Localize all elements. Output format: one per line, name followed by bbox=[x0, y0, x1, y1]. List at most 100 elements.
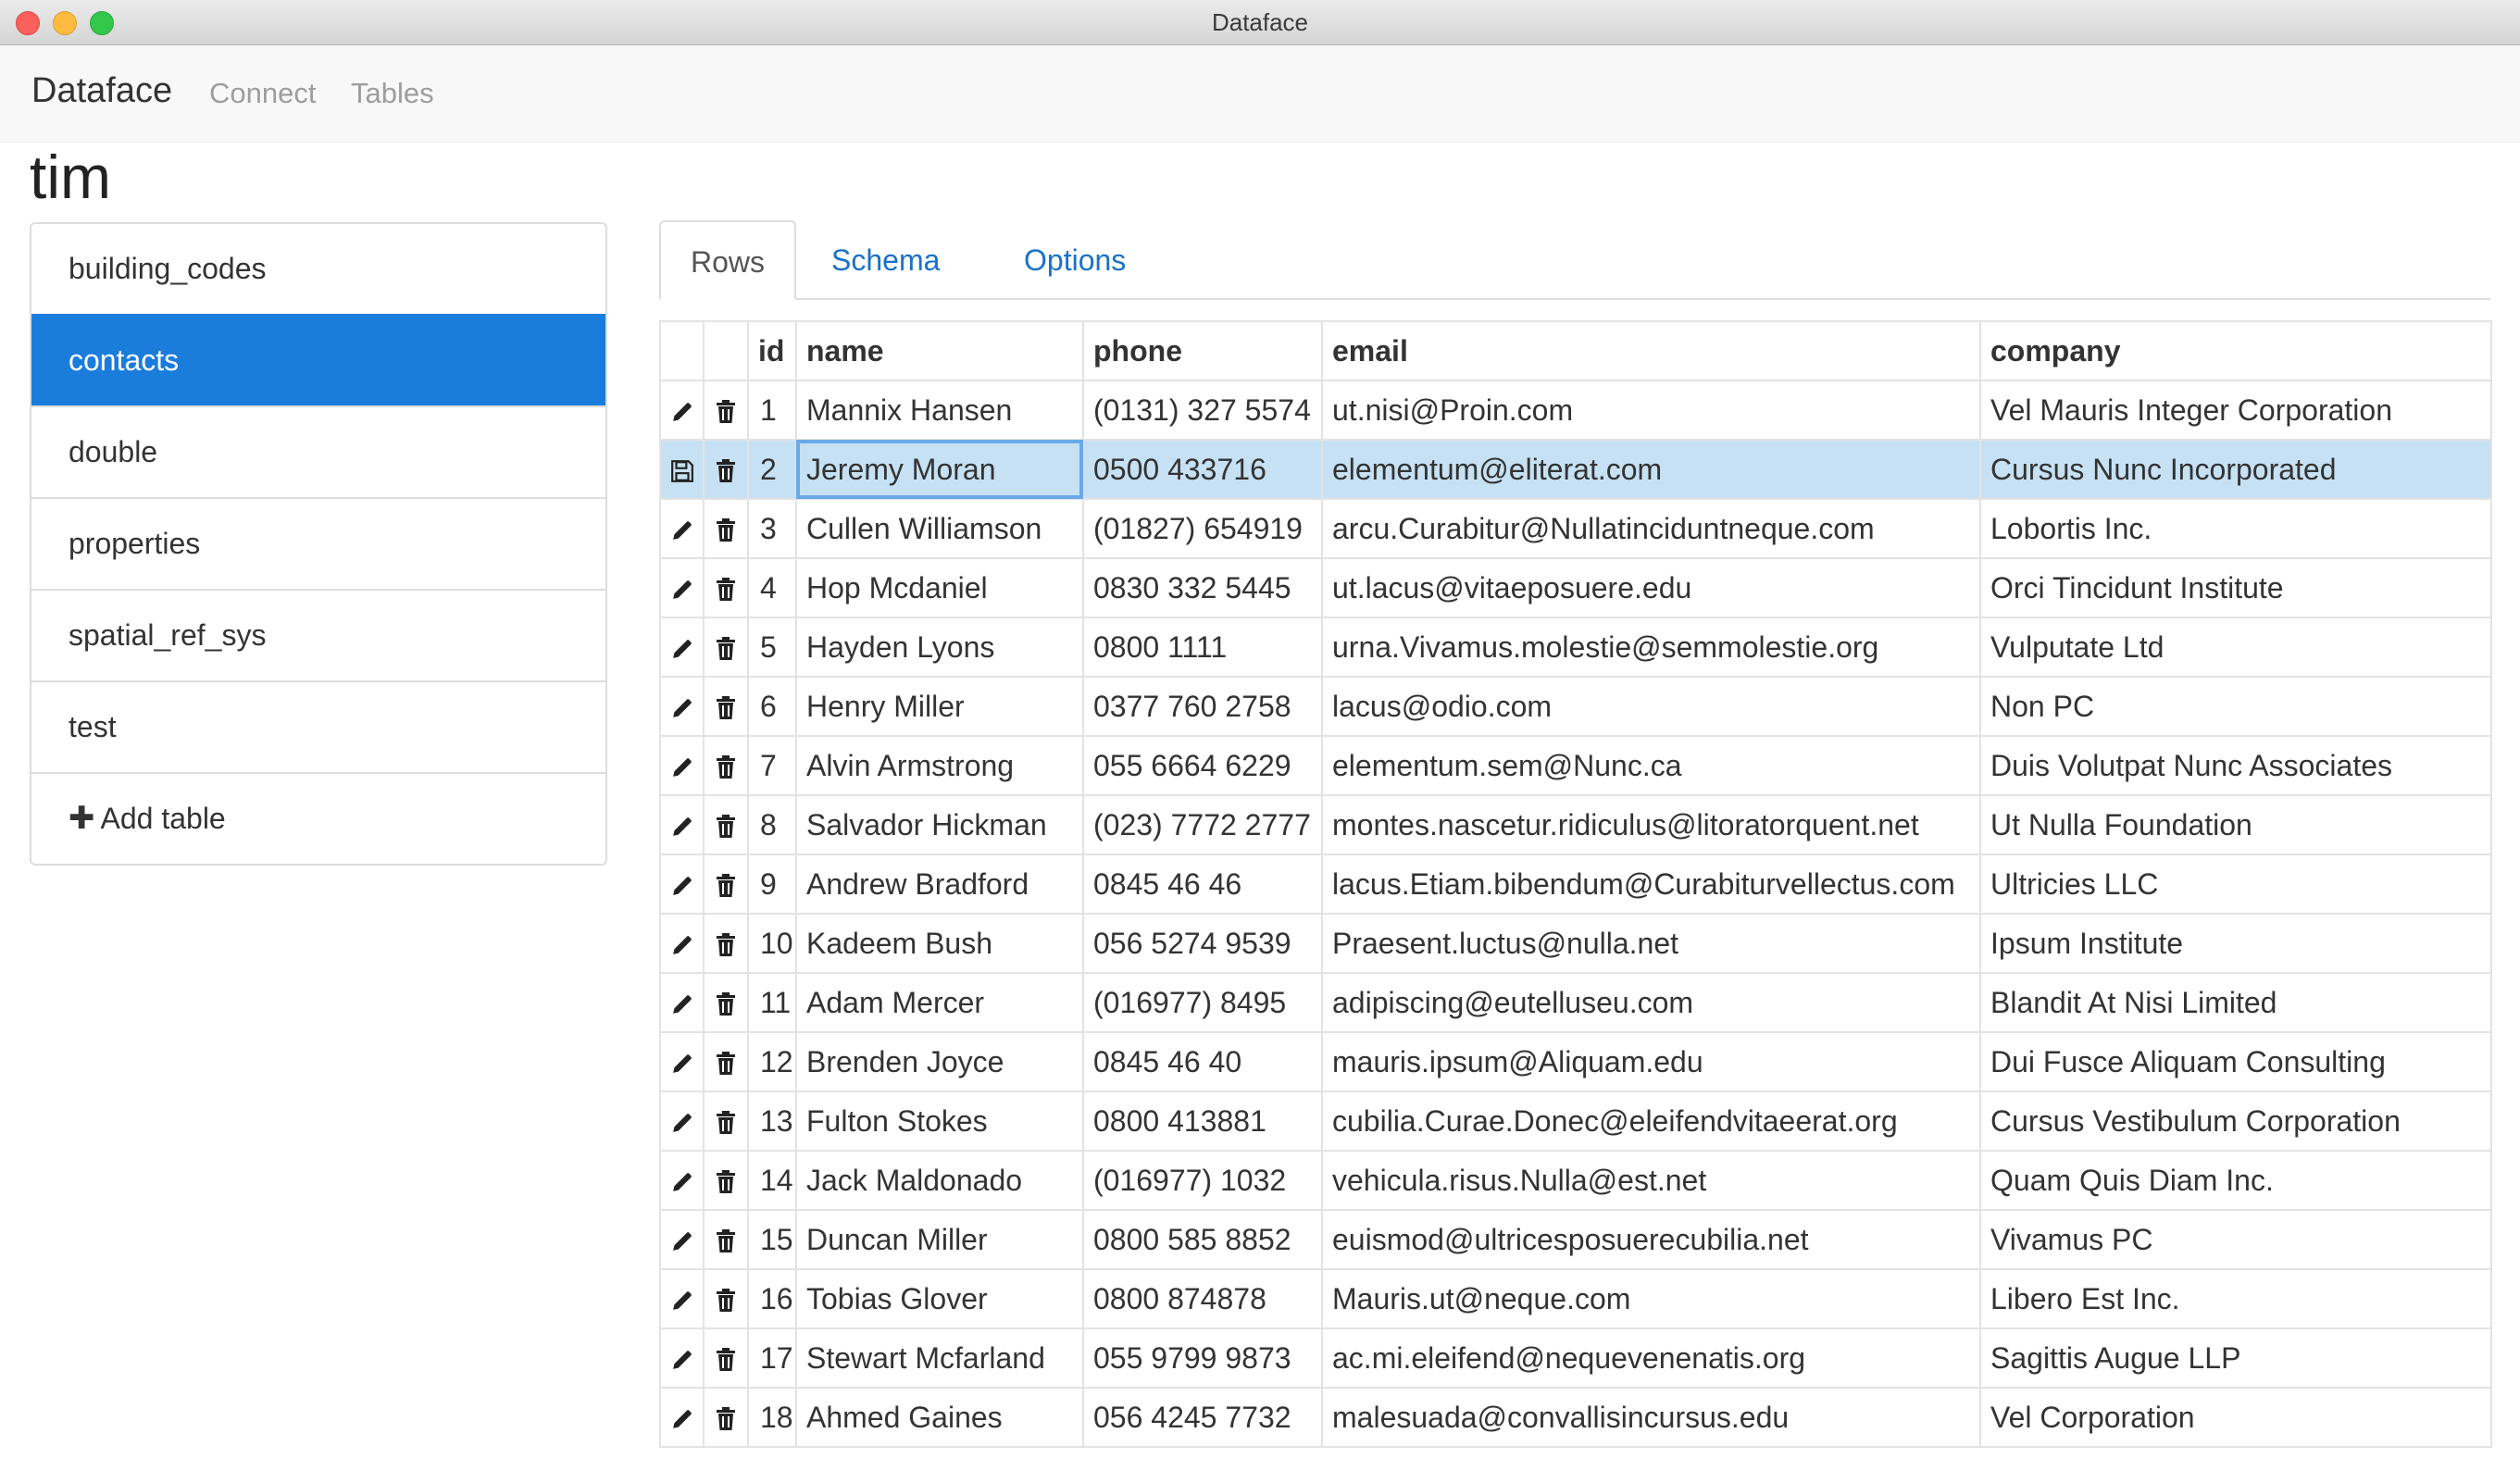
edit-row-button[interactable] bbox=[659, 794, 705, 855]
cell-phone[interactable]: 056 4245 7732 bbox=[1082, 1387, 1323, 1448]
cell-email[interactable]: ut.lacus@vitaeposuere.edu bbox=[1321, 557, 1981, 618]
cell-email[interactable]: cubilia.Curae.Donec@eleifendvitaeerat.or… bbox=[1321, 1090, 1981, 1152]
cell-phone[interactable]: 0500 433716 bbox=[1082, 439, 1323, 500]
header-email[interactable]: email bbox=[1321, 320, 1981, 381]
table-row[interactable]: 3 Cullen Williamson (01827) 654919 arcu.Cur… bbox=[659, 498, 2492, 559]
cell-company[interactable]: Non PC bbox=[1979, 676, 2492, 737]
cell-email[interactable]: ut.nisi@Proin.com bbox=[1321, 380, 1981, 441]
cell-phone[interactable]: 0377 760 2758 bbox=[1082, 676, 1323, 737]
cell-email[interactable]: elementum@eliterat.com bbox=[1321, 439, 1981, 500]
table-row[interactable]: 2 Jeremy Moran 0500 433716 elementum@eliter… bbox=[659, 439, 2492, 500]
tab-schema[interactable]: Schema bbox=[802, 220, 969, 298]
cell-name[interactable]: Fulton Stokes bbox=[795, 1090, 1084, 1152]
header-company[interactable]: company bbox=[1979, 320, 2492, 381]
edit-row-button[interactable] bbox=[659, 498, 705, 559]
table-row[interactable]: 7 Alvin Armstrong 055 6664 6229 elementum.s… bbox=[659, 735, 2492, 796]
delete-row-button[interactable] bbox=[703, 913, 749, 974]
sidebar-item-properties[interactable]: properties bbox=[31, 497, 605, 589]
cell-phone[interactable]: 0830 332 5445 bbox=[1082, 557, 1323, 618]
delete-row-button[interactable] bbox=[703, 1268, 749, 1329]
add-table-button[interactable]: ✚ Add table bbox=[31, 772, 605, 864]
cell-name[interactable]: Alvin Armstrong bbox=[795, 735, 1084, 796]
cell-company[interactable]: Cursus Nunc Incorporated bbox=[1979, 439, 2492, 500]
delete-row-button[interactable] bbox=[703, 617, 749, 678]
table-row[interactable]: 1 Mannix Hansen (0131) 327 5574 ut.nisi@Pro… bbox=[659, 380, 2492, 441]
cell-phone[interactable]: 0800 585 8852 bbox=[1082, 1209, 1323, 1270]
cell-name[interactable]: Kadeem Bush bbox=[795, 913, 1084, 974]
delete-row-button[interactable] bbox=[703, 498, 749, 559]
cell-company[interactable]: Blandit At Nisi Limited bbox=[1979, 972, 2492, 1033]
cell-company[interactable]: Vel Corporation bbox=[1979, 1387, 2492, 1448]
cell-name[interactable]: Henry Miller bbox=[795, 676, 1084, 737]
cell-phone[interactable]: 0800 874878 bbox=[1082, 1268, 1323, 1329]
delete-row-button[interactable] bbox=[703, 735, 749, 796]
cell-company[interactable]: Vivamus PC bbox=[1979, 1209, 2492, 1270]
delete-row-button[interactable] bbox=[703, 439, 749, 500]
delete-row-button[interactable] bbox=[703, 1150, 749, 1211]
sidebar-item-test[interactable]: test bbox=[31, 680, 605, 772]
table-row[interactable]: 12 Brenden Joyce 0845 46 40 mauris.ipsum@Al… bbox=[659, 1031, 2492, 1092]
save-row-button[interactable] bbox=[659, 439, 705, 500]
sidebar-item-spatial-ref-sys[interactable]: spatial_ref_sys bbox=[31, 589, 605, 680]
cell-company[interactable]: Ultricies LLC bbox=[1979, 854, 2492, 915]
cell-email[interactable]: vehicula.risus.Nulla@est.net bbox=[1321, 1150, 1981, 1211]
edit-row-button[interactable] bbox=[659, 1387, 705, 1448]
cell-name[interactable]: Cullen Williamson bbox=[795, 498, 1084, 559]
cell-company[interactable]: Cursus Vestibulum Corporation bbox=[1979, 1090, 2492, 1152]
cell-company[interactable]: Ipsum Institute bbox=[1979, 913, 2492, 974]
cell-company[interactable]: Vulputate Ltd bbox=[1979, 617, 2492, 678]
cell-company[interactable]: Vel Mauris Integer Corporation bbox=[1979, 380, 2492, 441]
table-row[interactable]: 18 Ahmed Gaines 056 4245 7732 malesuada@con… bbox=[659, 1387, 2492, 1448]
cell-name[interactable]: Andrew Bradford bbox=[795, 854, 1084, 915]
table-row[interactable]: 14 Jack Maldonado (016977) 1032 vehicula.ri… bbox=[659, 1150, 2492, 1211]
cell-name[interactable]: Jack Maldonado bbox=[795, 1150, 1084, 1211]
cell-phone[interactable]: 055 9799 9873 bbox=[1082, 1327, 1323, 1389]
cell-email[interactable]: elementum.sem@Nunc.ca bbox=[1321, 735, 1981, 796]
cell-name[interactable]: Duncan Miller bbox=[795, 1209, 1084, 1270]
cell-phone[interactable]: 0800 413881 bbox=[1082, 1090, 1323, 1152]
edit-row-button[interactable] bbox=[659, 1327, 705, 1389]
delete-row-button[interactable] bbox=[703, 972, 749, 1033]
edit-row-button[interactable] bbox=[659, 380, 705, 441]
cell-company[interactable]: Lobortis Inc. bbox=[1979, 498, 2492, 559]
cell-name[interactable]: Stewart Mcfarland bbox=[795, 1327, 1084, 1389]
edit-row-button[interactable] bbox=[659, 854, 705, 915]
delete-row-button[interactable] bbox=[703, 1031, 749, 1092]
brand-link[interactable]: Dataface bbox=[31, 71, 172, 111]
delete-row-button[interactable] bbox=[703, 1387, 749, 1448]
cell-phone[interactable]: (0131) 327 5574 bbox=[1082, 380, 1323, 441]
cell-company[interactable]: Libero Est Inc. bbox=[1979, 1268, 2492, 1329]
nav-link-connect[interactable]: Connect bbox=[209, 77, 316, 110]
tab-options[interactable]: Options bbox=[994, 220, 1155, 298]
edit-row-button[interactable] bbox=[659, 1209, 705, 1270]
tab-rows[interactable]: Rows bbox=[659, 220, 797, 300]
cell-email[interactable]: adipiscing@eutelluseu.com bbox=[1321, 972, 1981, 1033]
edit-row-button[interactable] bbox=[659, 676, 705, 737]
cell-name[interactable]: Brenden Joyce bbox=[795, 1031, 1084, 1092]
cell-company[interactable]: Sagittis Augue LLP bbox=[1979, 1327, 2492, 1389]
cell-phone[interactable]: 0800 1111 bbox=[1082, 617, 1323, 678]
delete-row-button[interactable] bbox=[703, 1327, 749, 1389]
header-id[interactable]: id bbox=[747, 320, 797, 381]
cell-email[interactable]: mauris.ipsum@Aliquam.edu bbox=[1321, 1031, 1981, 1092]
cell-email[interactable]: malesuada@convallisincursus.edu bbox=[1321, 1387, 1981, 1448]
cell-email[interactable]: lacus@odio.com bbox=[1321, 676, 1981, 737]
cell-company[interactable]: Duis Volutpat Nunc Associates bbox=[1979, 735, 2492, 796]
edit-row-button[interactable] bbox=[659, 1150, 705, 1211]
delete-row-button[interactable] bbox=[703, 557, 749, 618]
cell-company[interactable]: Quam Quis Diam Inc. bbox=[1979, 1150, 2492, 1211]
cell-company[interactable]: Ut Nulla Foundation bbox=[1979, 794, 2492, 855]
cell-phone[interactable]: (023) 7772 2777 bbox=[1082, 794, 1323, 855]
cell-name[interactable]: Hop Mcdaniel bbox=[795, 557, 1084, 618]
table-row[interactable]: 8 Salvador Hickman (023) 7772 2777 montes.n… bbox=[659, 794, 2492, 855]
cell-email[interactable]: urna.Vivamus.molestie@semmolestie.org bbox=[1321, 617, 1981, 678]
delete-row-button[interactable] bbox=[703, 1209, 749, 1270]
nav-link-tables[interactable]: Tables bbox=[351, 77, 434, 110]
table-row[interactable]: 11 Adam Mercer (016977) 8495 adipiscing@eut… bbox=[659, 972, 2492, 1033]
delete-row-button[interactable] bbox=[703, 794, 749, 855]
edit-row-button[interactable] bbox=[659, 913, 705, 974]
delete-row-button[interactable] bbox=[703, 676, 749, 737]
cell-name[interactable]: Tobias Glover bbox=[795, 1268, 1084, 1329]
sidebar-item-building-codes[interactable]: building_codes bbox=[31, 224, 605, 314]
cell-email[interactable]: euismod@ultricesposuerecubilia.net bbox=[1321, 1209, 1981, 1270]
